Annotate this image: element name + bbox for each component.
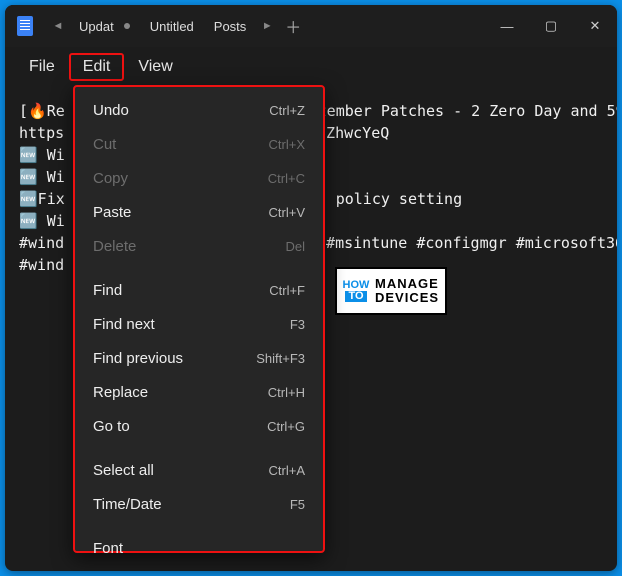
menu-item-font[interactable]: Font (75, 531, 323, 565)
menu-item-label: Find previous (93, 350, 183, 367)
edit-menu-dropdown: Undo Ctrl+Z Cut Ctrl+X Copy Ctrl+C Paste Ctrl+V… (73, 85, 325, 553)
app-icon (17, 16, 33, 36)
tab-next-button[interactable]: ► (256, 20, 278, 32)
menu-item-shortcut: Ctrl+H (268, 385, 305, 400)
menu-item-label: Paste (93, 204, 131, 221)
maximize-button[interactable]: ▢ (529, 5, 573, 47)
logo-text: DEVICES (375, 291, 445, 305)
tab-label: Untitled (150, 19, 194, 34)
tab-untitled[interactable]: Untitled (140, 5, 204, 47)
menu-item-label: Font (93, 540, 123, 557)
menu-item-shortcut: Ctrl+G (267, 419, 305, 434)
menu-item-shortcut: Ctrl+C (268, 171, 305, 186)
menu-view[interactable]: View (124, 53, 186, 81)
menu-item-shortcut: Ctrl+V (269, 205, 305, 220)
menu-edit[interactable]: Edit (69, 53, 125, 81)
menu-item-label: Go to (93, 418, 130, 435)
title-bar: ◄ Updat Untitled Posts ► ＋ — ▢ ✕ (5, 5, 617, 47)
menu-item-label: Time/Date (93, 496, 162, 513)
menu-item-find-previous[interactable]: Find previous Shift+F3 (75, 341, 323, 375)
menu-item-label: Select all (93, 462, 154, 479)
logo-text: TO (345, 291, 366, 302)
tab-updat[interactable]: Updat (69, 5, 140, 47)
menu-item-undo[interactable]: Undo Ctrl+Z (75, 93, 323, 127)
menu-item-find[interactable]: Find Ctrl+F (75, 273, 323, 307)
menu-item-time-date[interactable]: Time/Date F5 (75, 487, 323, 521)
menu-item-go-to[interactable]: Go to Ctrl+G (75, 409, 323, 443)
app-window: ◄ Updat Untitled Posts ► ＋ — ▢ ✕ File Ed… (5, 5, 617, 571)
menu-item-label: Find next (93, 316, 155, 333)
tab-label: Updat (79, 19, 114, 34)
menu-item-label: Find (93, 282, 122, 299)
menu-item-find-next[interactable]: Find next F3 (75, 307, 323, 341)
menu-item-label: Replace (93, 384, 148, 401)
menu-item-shortcut: Ctrl+F (269, 283, 305, 298)
menu-item-select-all[interactable]: Select all Ctrl+A (75, 453, 323, 487)
menu-item-copy: Copy Ctrl+C (75, 161, 323, 195)
logo-text: MANAGE (375, 277, 445, 291)
menu-item-label: Cut (93, 136, 116, 153)
menu-item-replace[interactable]: Replace Ctrl+H (75, 375, 323, 409)
menu-item-paste[interactable]: Paste Ctrl+V (75, 195, 323, 229)
menu-item-label: Undo (93, 102, 129, 119)
tab-posts[interactable]: Posts (204, 5, 257, 47)
new-tab-button[interactable]: ＋ (278, 14, 308, 38)
menu-item-cut: Cut Ctrl+X (75, 127, 323, 161)
menu-bar: File Edit View (5, 47, 617, 87)
menu-file[interactable]: File (15, 53, 69, 81)
menu-item-shortcut: F3 (290, 317, 305, 332)
close-button[interactable]: ✕ (573, 5, 617, 47)
menu-item-shortcut: Shift+F3 (256, 351, 305, 366)
logo-watermark: HOW TO MANAGE DEVICES (335, 267, 447, 315)
menu-item-shortcut: Ctrl+A (269, 463, 305, 478)
minimize-button[interactable]: — (485, 5, 529, 47)
menu-item-shortcut: F5 (290, 497, 305, 512)
tab-prev-button[interactable]: ◄ (47, 20, 69, 32)
tab-label: Posts (214, 19, 247, 34)
menu-item-shortcut: Ctrl+X (269, 137, 305, 152)
menu-item-shortcut: Del (285, 239, 305, 254)
menu-item-shortcut: Ctrl+Z (269, 103, 305, 118)
modified-dot-icon (124, 23, 130, 29)
menu-item-delete: Delete Del (75, 229, 323, 263)
menu-item-label: Copy (93, 170, 128, 187)
menu-item-label: Delete (93, 238, 136, 255)
